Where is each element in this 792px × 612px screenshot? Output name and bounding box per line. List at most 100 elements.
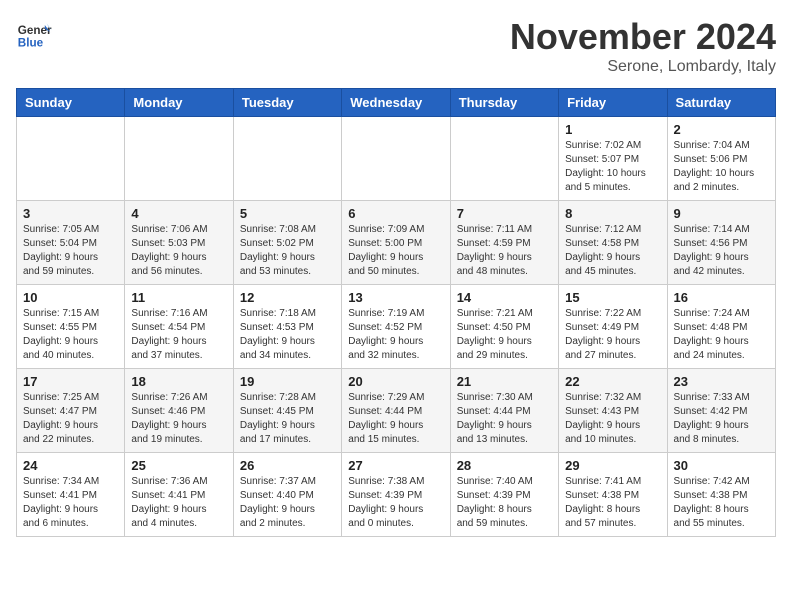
day-info: Sunrise: 7:26 AM Sunset: 4:46 PM Dayligh… bbox=[131, 391, 226, 447]
calendar-cell: 20Sunrise: 7:29 AM Sunset: 4:44 PM Dayli… bbox=[342, 369, 450, 453]
calendar-cell: 19Sunrise: 7:28 AM Sunset: 4:45 PM Dayli… bbox=[233, 369, 341, 453]
day-info: Sunrise: 7:22 AM Sunset: 4:49 PM Dayligh… bbox=[565, 307, 660, 363]
weekday-header-saturday: Saturday bbox=[667, 89, 775, 117]
day-info: Sunrise: 7:08 AM Sunset: 5:02 PM Dayligh… bbox=[240, 223, 335, 279]
calendar-cell: 14 Sunrise: 7:21 AM Sunset: 4:50 PM Dayli… bbox=[450, 285, 558, 369]
title-block: November 2024 Serone, Lombardy, Italy bbox=[510, 16, 776, 76]
day-info: Sunrise: 7:42 AM Sunset: 4:38 PM Dayligh… bbox=[674, 475, 769, 531]
day-number: 3 bbox=[23, 206, 118, 221]
calendar-cell: 30 Sunrise: 7:42 AM Sunset: 4:38 PM Dayli… bbox=[667, 453, 775, 537]
day-number: 7 bbox=[457, 206, 552, 221]
month-title: November 2024 bbox=[510, 16, 776, 58]
day-info: Sunrise: 7:16 AM Sunset: 4:54 PM Dayligh… bbox=[131, 307, 226, 363]
day-number: 2 bbox=[674, 122, 769, 137]
calendar-cell: 11 Sunrise: 7:16 AM Sunset: 4:54 PM Dayli… bbox=[125, 285, 233, 369]
calendar-cell: 25Sunrise: 7:36 AM Sunset: 4:41 PM Dayli… bbox=[125, 453, 233, 537]
day-number: 17 bbox=[23, 374, 118, 389]
svg-text:General: General bbox=[18, 24, 52, 37]
day-info: Sunrise: 7:14 AM Sunset: 4:56 PM Dayligh… bbox=[674, 223, 769, 279]
day-number: 16 bbox=[674, 290, 769, 305]
calendar-cell: 15Sunrise: 7:22 AM Sunset: 4:49 PM Dayli… bbox=[559, 285, 667, 369]
calendar-cell: 6 Sunrise: 7:09 AM Sunset: 5:00 PM Daylig… bbox=[342, 201, 450, 285]
day-info: Sunrise: 7:37 AM Sunset: 4:40 PM Dayligh… bbox=[240, 475, 335, 531]
day-info: Sunrise: 7:15 AM Sunset: 4:55 PM Dayligh… bbox=[23, 307, 118, 363]
calendar-cell bbox=[342, 117, 450, 201]
day-info: Sunrise: 7:36 AM Sunset: 4:41 PM Dayligh… bbox=[131, 475, 226, 531]
day-info: Sunrise: 7:32 AM Sunset: 4:43 PM Dayligh… bbox=[565, 391, 660, 447]
calendar-cell: 1 Sunrise: 7:02 AM Sunset: 5:07 PM Daylig… bbox=[559, 117, 667, 201]
calendar-cell: 8 Sunrise: 7:12 AM Sunset: 4:58 PM Daylig… bbox=[559, 201, 667, 285]
day-info: Sunrise: 7:11 AM Sunset: 4:59 PM Dayligh… bbox=[457, 223, 552, 279]
day-number: 22 bbox=[565, 374, 660, 389]
calendar-cell: 9 Sunrise: 7:14 AM Sunset: 4:56 PM Daylig… bbox=[667, 201, 775, 285]
calendar-cell bbox=[17, 117, 125, 201]
day-number: 6 bbox=[348, 206, 443, 221]
day-info: Sunrise: 7:25 AM Sunset: 4:47 PM Dayligh… bbox=[23, 391, 118, 447]
calendar-cell: 29Sunrise: 7:41 AM Sunset: 4:38 PM Dayli… bbox=[559, 453, 667, 537]
day-info: Sunrise: 7:12 AM Sunset: 4:58 PM Dayligh… bbox=[565, 223, 660, 279]
calendar-cell: 5 Sunrise: 7:08 AM Sunset: 5:02 PM Daylig… bbox=[233, 201, 341, 285]
day-number: 12 bbox=[240, 290, 335, 305]
day-info: Sunrise: 7:02 AM Sunset: 5:07 PM Dayligh… bbox=[565, 139, 660, 195]
day-number: 20 bbox=[348, 374, 443, 389]
calendar-cell: 21Sunrise: 7:30 AM Sunset: 4:44 PM Dayli… bbox=[450, 369, 558, 453]
weekday-header-monday: Monday bbox=[125, 89, 233, 117]
weekday-header-row: SundayMondayTuesdayWednesdayThursdayFrid… bbox=[17, 89, 776, 117]
weekday-header-wednesday: Wednesday bbox=[342, 89, 450, 117]
day-info: Sunrise: 7:28 AM Sunset: 4:45 PM Dayligh… bbox=[240, 391, 335, 447]
calendar-table: SundayMondayTuesdayWednesdayThursdayFrid… bbox=[16, 88, 776, 537]
day-number: 8 bbox=[565, 206, 660, 221]
day-number: 14 bbox=[457, 290, 552, 305]
day-info: Sunrise: 7:34 AM Sunset: 4:41 PM Dayligh… bbox=[23, 475, 118, 531]
logo: General Blue bbox=[16, 16, 52, 52]
day-number: 26 bbox=[240, 458, 335, 473]
calendar-cell: 2 Sunrise: 7:04 AM Sunset: 5:06 PM Daylig… bbox=[667, 117, 775, 201]
calendar-cell: 23Sunrise: 7:33 AM Sunset: 4:42 PM Dayli… bbox=[667, 369, 775, 453]
page-header: General Blue November 2024 Serone, Lomba… bbox=[16, 16, 776, 76]
day-number: 4 bbox=[131, 206, 226, 221]
day-info: Sunrise: 7:24 AM Sunset: 4:48 PM Dayligh… bbox=[674, 307, 769, 363]
calendar-week-3: 10Sunrise: 7:15 AM Sunset: 4:55 PM Dayli… bbox=[17, 285, 776, 369]
calendar-cell: 27 Sunrise: 7:38 AM Sunset: 4:39 PM Dayli… bbox=[342, 453, 450, 537]
day-info: Sunrise: 7:06 AM Sunset: 5:03 PM Dayligh… bbox=[131, 223, 226, 279]
svg-text:Blue: Blue bbox=[18, 37, 44, 50]
day-number: 30 bbox=[674, 458, 769, 473]
day-number: 5 bbox=[240, 206, 335, 221]
calendar-week-5: 24Sunrise: 7:34 AM Sunset: 4:41 PM Dayli… bbox=[17, 453, 776, 537]
weekday-header-friday: Friday bbox=[559, 89, 667, 117]
day-number: 13 bbox=[348, 290, 443, 305]
calendar-cell bbox=[125, 117, 233, 201]
day-info: Sunrise: 7:38 AM Sunset: 4:39 PM Dayligh… bbox=[348, 475, 443, 531]
day-info: Sunrise: 7:18 AM Sunset: 4:53 PM Dayligh… bbox=[240, 307, 335, 363]
day-number: 1 bbox=[565, 122, 660, 137]
calendar-cell: 28 Sunrise: 7:40 AM Sunset: 4:39 PM Dayli… bbox=[450, 453, 558, 537]
calendar-week-2: 3 Sunrise: 7:05 AM Sunset: 5:04 PM Daylig… bbox=[17, 201, 776, 285]
day-info: Sunrise: 7:05 AM Sunset: 5:04 PM Dayligh… bbox=[23, 223, 118, 279]
weekday-header-thursday: Thursday bbox=[450, 89, 558, 117]
calendar-week-4: 17 Sunrise: 7:25 AM Sunset: 4:47 PM Dayli… bbox=[17, 369, 776, 453]
day-number: 28 bbox=[457, 458, 552, 473]
day-info: Sunrise: 7:21 AM Sunset: 4:50 PM Dayligh… bbox=[457, 307, 552, 363]
day-info: Sunrise: 7:33 AM Sunset: 4:42 PM Dayligh… bbox=[674, 391, 769, 447]
day-number: 18 bbox=[131, 374, 226, 389]
calendar-cell: 22 Sunrise: 7:32 AM Sunset: 4:43 PM Dayli… bbox=[559, 369, 667, 453]
day-number: 11 bbox=[131, 290, 226, 305]
calendar-cell: 12 Sunrise: 7:18 AM Sunset: 4:53 PM Dayli… bbox=[233, 285, 341, 369]
day-info: Sunrise: 7:09 AM Sunset: 5:00 PM Dayligh… bbox=[348, 223, 443, 279]
day-info: Sunrise: 7:04 AM Sunset: 5:06 PM Dayligh… bbox=[674, 139, 769, 195]
location: Serone, Lombardy, Italy bbox=[510, 58, 776, 76]
weekday-header-tuesday: Tuesday bbox=[233, 89, 341, 117]
day-info: Sunrise: 7:40 AM Sunset: 4:39 PM Dayligh… bbox=[457, 475, 552, 531]
calendar-cell: 24Sunrise: 7:34 AM Sunset: 4:41 PM Dayli… bbox=[17, 453, 125, 537]
logo-icon: General Blue bbox=[16, 16, 52, 52]
day-number: 27 bbox=[348, 458, 443, 473]
calendar-cell: 7 Sunrise: 7:11 AM Sunset: 4:59 PM Daylig… bbox=[450, 201, 558, 285]
calendar-cell: 16 Sunrise: 7:24 AM Sunset: 4:48 PM Dayli… bbox=[667, 285, 775, 369]
day-number: 29 bbox=[565, 458, 660, 473]
weekday-header-sunday: Sunday bbox=[17, 89, 125, 117]
calendar-week-1: 1 Sunrise: 7:02 AM Sunset: 5:07 PM Daylig… bbox=[17, 117, 776, 201]
day-number: 21 bbox=[457, 374, 552, 389]
calendar-cell bbox=[450, 117, 558, 201]
day-number: 9 bbox=[674, 206, 769, 221]
calendar-cell: 18 Sunrise: 7:26 AM Sunset: 4:46 PM Dayli… bbox=[125, 369, 233, 453]
